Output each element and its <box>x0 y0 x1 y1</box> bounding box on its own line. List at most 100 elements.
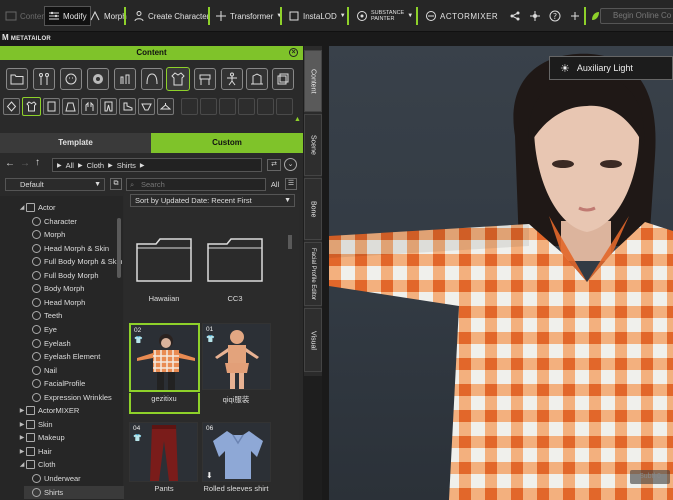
chevron-down-icon[interactable]: ⌄ <box>284 158 297 171</box>
vtab-label: Content <box>309 68 317 94</box>
tree-item[interactable]: ▶ Hair <box>18 445 52 458</box>
sub-skirt-icon[interactable] <box>62 98 79 115</box>
sync-icon[interactable]: ⇄ <box>267 159 281 171</box>
panel-divider[interactable] <box>322 46 329 500</box>
category-head-icon[interactable] <box>60 68 82 90</box>
instalod-button[interactable]: InstaLOD ▼ <box>285 6 349 26</box>
sort-dropdown[interactable]: Sort by Updated Date: Recent First ▼ <box>130 194 295 207</box>
tree-item[interactable]: Body Morph <box>24 282 84 295</box>
character-preview-image <box>203 324 270 389</box>
tree-item[interactable]: Eyelash <box>24 337 71 350</box>
tree-item[interactable]: Full Body Morph & Skin <box>24 255 122 268</box>
expanded-arrow-icon[interactable]: ◢ <box>18 204 26 211</box>
search-input[interactable]: ⌕ Search <box>126 178 266 191</box>
up-arrow-icon[interactable]: ↑ <box>35 157 40 168</box>
tree-item[interactable]: FacialProfile <box>24 377 85 390</box>
substance-painter-button[interactable]: SUBSTANCE PAINTER ▼ <box>353 6 416 26</box>
vtab-visual[interactable]: Visual <box>304 308 322 372</box>
tree-item[interactable]: Head Morph <box>24 296 85 309</box>
grid-scrollbar[interactable] <box>288 235 292 249</box>
sub-gloves-icon[interactable] <box>81 98 98 115</box>
sub-tops-icon[interactable] <box>43 98 60 115</box>
tab-template[interactable]: Template <box>0 133 151 153</box>
tree-item[interactable]: Morph <box>24 228 65 241</box>
tree-item[interactable]: Underwear <box>24 472 81 485</box>
tree-item[interactable]: ▶ Makeup <box>18 431 65 444</box>
forward-arrow-icon[interactable]: → <box>20 158 30 169</box>
more-button[interactable] <box>566 6 584 26</box>
category-accessory-icon[interactable] <box>194 68 216 90</box>
tree-item[interactable]: Character <box>24 215 77 228</box>
auxiliary-light-button[interactable]: ☀ Auxiliary Light <box>549 56 673 80</box>
item-thumbnail[interactable]: 04 👕 <box>129 422 198 482</box>
modify-button[interactable]: Modify <box>44 6 91 26</box>
category-body-icon[interactable] <box>33 68 55 90</box>
tree-item[interactable]: ◢ Cloth <box>18 458 56 471</box>
back-arrow-icon[interactable]: ← <box>5 158 15 169</box>
image-filter-icon[interactable]: ⧉ <box>110 178 122 190</box>
tree-item-icon <box>32 243 41 253</box>
online-search-input[interactable]: Begin Online Co <box>600 8 673 24</box>
item-thumbnail[interactable]: 02 👕 <box>129 323 200 392</box>
actormixer-button[interactable]: ACTORMIXER <box>422 6 501 26</box>
category-cloth-icon[interactable] <box>166 67 190 91</box>
category-stack-icon[interactable] <box>272 68 294 90</box>
tree-item[interactable]: ◢ Actor <box>18 201 56 214</box>
collapsed-arrow-icon[interactable]: ▶ <box>18 448 26 455</box>
tab-custom[interactable]: Custom <box>151 133 303 153</box>
sub-shoes-icon[interactable] <box>119 98 136 115</box>
vtab-facial-profile-editor[interactable]: Facial Profile Editor <box>304 242 322 306</box>
category-folder-icon[interactable] <box>6 68 28 90</box>
breadcrumb-item[interactable]: Cloth <box>87 161 105 170</box>
collapsed-arrow-icon[interactable]: ▶ <box>18 407 26 414</box>
item-thumbnail[interactable]: 06 ⬇ <box>202 422 271 482</box>
tree-item[interactable]: Teeth <box>24 309 62 322</box>
tree-item-icon <box>32 324 41 334</box>
expanded-arrow-icon[interactable]: ◢ <box>18 461 26 468</box>
vtab-bone[interactable]: Bone <box>304 178 322 240</box>
tree-item[interactable]: ▶ ActorMIXER <box>18 404 79 417</box>
sub-pants-icon[interactable] <box>100 98 117 115</box>
category-hair-icon[interactable] <box>141 68 163 90</box>
collapsed-arrow-icon[interactable]: ▶ <box>18 421 26 428</box>
vtab-scene[interactable]: Scene <box>304 114 322 176</box>
tree-item[interactable]: Eyelash Element <box>24 350 100 363</box>
share-button[interactable] <box>506 6 524 26</box>
filter-dropdown[interactable]: Default ▼ <box>5 178 105 191</box>
folder-hawaiian[interactable]: Hawaiian <box>132 236 196 303</box>
tree-item[interactable]: Nail <box>24 364 57 377</box>
tree-item[interactable]: Head Morph & Skin <box>24 242 109 255</box>
tree-item[interactable]: Eye <box>24 323 57 336</box>
close-icon[interactable]: × <box>289 48 298 57</box>
create-character-button[interactable]: Create Character <box>130 6 212 26</box>
tree-item[interactable]: Shirts <box>24 485 134 499</box>
breadcrumb-item[interactable]: All <box>66 161 74 170</box>
category-makeup-icon[interactable] <box>114 68 136 90</box>
tree-scrollbar[interactable] <box>117 218 121 278</box>
search-scope-button[interactable]: All <box>267 178 283 191</box>
sub-all-icon[interactable] <box>3 98 20 115</box>
tree-item-icon <box>32 365 41 375</box>
sub-underwear-icon[interactable] <box>138 98 155 115</box>
tree-item[interactable]: ▶ Skin <box>18 418 53 431</box>
transformer-button[interactable]: Transformer ▼ <box>212 6 285 26</box>
tree-item[interactable]: Full Body Morph <box>24 269 99 282</box>
sub-hanger-icon[interactable] <box>157 98 174 115</box>
tree-item-label: Full Body Morph <box>44 270 99 280</box>
collapse-icon[interactable]: ▲ <box>294 116 301 123</box>
collapsed-arrow-icon[interactable]: ▶ <box>18 434 26 441</box>
category-scene-icon[interactable] <box>246 68 268 90</box>
3d-viewport[interactable] <box>329 46 673 500</box>
folder-cc3[interactable]: CC3 <box>203 236 267 303</box>
hub-button[interactable] <box>526 6 544 26</box>
vtab-content[interactable]: Content <box>304 50 322 112</box>
category-pose-icon[interactable] <box>221 68 243 90</box>
category-skin-icon[interactable] <box>87 68 109 90</box>
tree-item[interactable]: Expression Wrinkles <box>24 391 112 404</box>
breadcrumb-item[interactable]: Shirts <box>117 161 136 170</box>
filter-dropdown-value: Default <box>20 180 44 189</box>
item-thumbnail[interactable]: 01 👕 <box>202 323 271 390</box>
list-view-icon[interactable]: ☰ <box>285 178 297 190</box>
help-button[interactable]: ? <box>546 6 564 26</box>
sub-shirts-icon[interactable] <box>22 97 41 116</box>
